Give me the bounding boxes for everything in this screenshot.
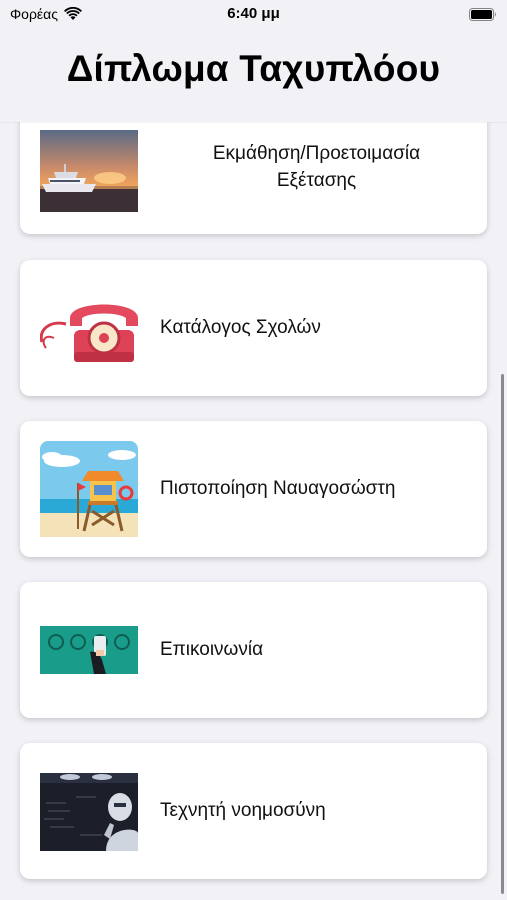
robot-ai-image — [40, 773, 138, 851]
yacht-sunset-image — [40, 130, 138, 212]
menu-item-artificial-intelligence[interactable]: Τεχνητή νοημοσύνη — [20, 743, 487, 879]
menu-item-label-line-1: Εκμάθηση/Προετοιμασία — [212, 143, 421, 164]
menu-item-exam-preparation[interactable]: Εκμάθηση/Προετοιμασία Εξέτασης — [20, 122, 487, 234]
battery-icon — [469, 8, 497, 21]
menu-list[interactable]: Εκμάθηση/Προετοιμασία Εξέτασης Κατάλογος… — [0, 122, 507, 900]
navigation-header: Δίπλωμα Ταχυπλόου — [0, 30, 507, 122]
lifeguard-tower-image — [40, 441, 138, 537]
contact-icons-image — [40, 626, 138, 674]
red-telephone-image — [40, 290, 138, 366]
vertical-scrollbar[interactable] — [501, 374, 504, 894]
page-title: Δίπλωμα Ταχυπλόου — [66, 48, 441, 89]
menu-item-lifeguard-certification[interactable]: Πιστοποίηση Ναυαγοσώστη — [20, 421, 487, 557]
menu-item-label: Πιστοποίηση Ναυαγοσώστη — [160, 478, 396, 499]
menu-item-label: Κατάλογος Σχολών — [160, 317, 321, 338]
menu-item-schools-catalog[interactable]: Κατάλογος Σχολών — [20, 260, 487, 396]
menu-item-contact[interactable]: Επικοινωνία — [20, 582, 487, 718]
menu-item-label-line-2: Εξέτασης — [276, 170, 357, 191]
menu-item-label: Επικοινωνία — [160, 639, 264, 660]
menu-item-label: Εκμάθηση/Προετοιμασία Εξέτασης — [160, 140, 473, 194]
status-time: 6:40 μμ — [227, 5, 280, 22]
menu-item-label: Τεχνητή νοημοσύνη — [160, 800, 326, 821]
status-bar: Φορέας 6:40 μμ — [0, 0, 507, 30]
